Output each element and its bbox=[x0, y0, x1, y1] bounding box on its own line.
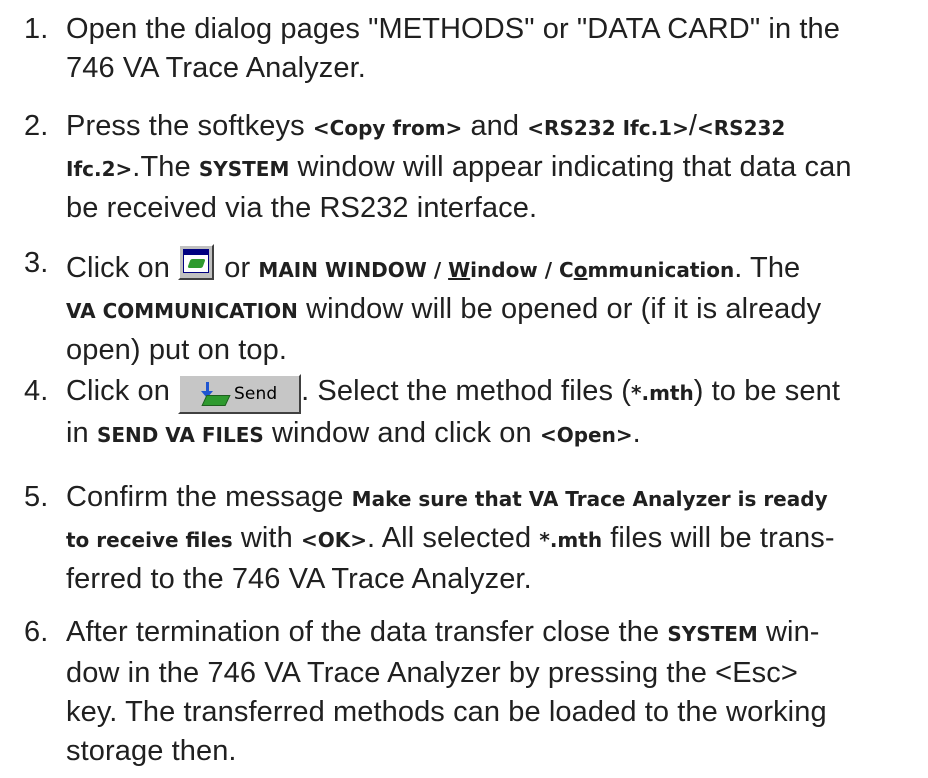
va-communication-window-name: VA COMMUNICATION bbox=[66, 299, 298, 323]
menu-path: MAIN WINDOW / Window / Communication bbox=[258, 258, 735, 282]
send-tray-icon bbox=[201, 382, 231, 406]
communication-window-icon[interactable] bbox=[178, 244, 215, 280]
step-4: 4. Click on Send. Select the method file… bbox=[24, 372, 914, 455]
system-window-name: SYSTEM bbox=[198, 157, 290, 181]
step-1: 1. Open the dialog pages "METHODS" or "D… bbox=[24, 10, 914, 88]
step-5: 5. Confirm the message Make sure that VA… bbox=[24, 478, 914, 599]
step-text: Click on or MAIN WINDOW / Window / Commu… bbox=[66, 244, 914, 370]
step-text: Press the softkeys <Copy from> and <RS23… bbox=[66, 110, 852, 224]
send-button[interactable]: Send bbox=[178, 374, 302, 414]
step-number: 6. bbox=[24, 616, 49, 648]
step-text: After termination of the data transfer c… bbox=[66, 616, 827, 767]
send-button-label: Send bbox=[234, 383, 278, 404]
step-text: Click on Send. Select the method files (… bbox=[66, 374, 841, 449]
step-number: 1. bbox=[24, 13, 49, 45]
step-3: 3. Click on or MAIN WINDOW / Window / Co… bbox=[24, 244, 914, 370]
step-number: 3. bbox=[24, 247, 49, 279]
step-6: 6. After termination of the data transfe… bbox=[24, 613, 914, 771]
step-text: Confirm the message Make sure that VA Tr… bbox=[66, 481, 835, 595]
softkey-rs232-ifc2: <RS232 bbox=[697, 116, 786, 140]
softkey-copy-from: <Copy from> bbox=[312, 116, 463, 140]
step-text: Open the dialog pages "METHODS" or "DATA… bbox=[66, 13, 840, 84]
softkey-rs232-ifc1: <RS232 Ifc.1> bbox=[527, 116, 689, 140]
send-va-files-window-name: SEND VA FILES bbox=[96, 423, 264, 447]
step-number: 4. bbox=[24, 375, 49, 407]
step-2: 2. Press the softkeys <Copy from> and <R… bbox=[24, 107, 914, 228]
step-number: 2. bbox=[24, 110, 49, 142]
step-number: 5. bbox=[24, 481, 49, 513]
message-text: Make sure that VA Trace Analyzer is read… bbox=[351, 487, 828, 511]
